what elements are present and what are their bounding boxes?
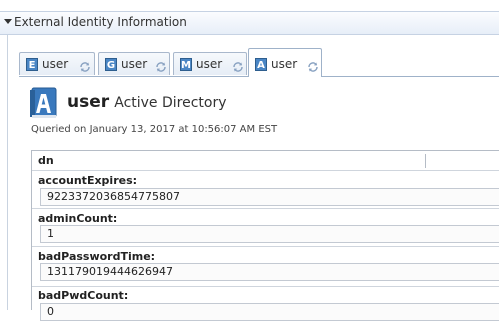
attribute-value: 1 <box>47 227 54 240</box>
section-title: External Identity Information <box>14 15 187 29</box>
attribute-row: badPwdCount: 0 <box>32 287 499 321</box>
identity-source-tabs: E user G user M user A user <box>19 48 499 77</box>
attributes-table: dn accountExpires: 9223372036854775807 a… <box>31 150 499 321</box>
attribute-row: accountExpires: 9223372036854775807 <box>32 171 499 208</box>
active-directory-book-icon <box>29 87 58 119</box>
attribute-row-dn: dn <box>32 151 499 171</box>
source-badge-icon: A <box>255 58 267 71</box>
tab-user-m[interactable]: M user <box>173 52 247 75</box>
source-badge-icon: G <box>105 58 117 71</box>
attribute-row: badPasswordTime: 131179019444626947 <box>32 247 499 285</box>
queried-timestamp: Queried on January 13, 2017 at 10:56:07 … <box>31 124 278 135</box>
attribute-value-field[interactable]: 131179019444626947 <box>40 263 499 281</box>
refresh-icon[interactable] <box>307 58 319 72</box>
attribute-name: accountExpires: <box>38 174 138 187</box>
attribute-value-field[interactable]: 0 <box>40 303 499 321</box>
tab-label: user <box>121 57 148 71</box>
attribute-value-field[interactable]: 9223372036854775807 <box>40 188 499 206</box>
attribute-name: adminCount: <box>38 212 118 225</box>
attribute-row: adminCount: 1 <box>32 209 499 245</box>
refresh-icon[interactable] <box>155 58 167 72</box>
tab-user-a[interactable]: A user <box>248 48 322 77</box>
source-badge-icon: E <box>26 58 38 71</box>
tab-label: user <box>42 57 69 71</box>
attribute-name: badPasswordTime: <box>38 250 156 263</box>
column-divider <box>425 154 426 168</box>
attribute-value: 9223372036854775807 <box>47 190 180 203</box>
attribute-name: dn <box>38 154 54 167</box>
tab-label: user <box>196 57 223 71</box>
attribute-value: 131179019444626947 <box>47 265 173 278</box>
attribute-value-field[interactable]: 1 <box>40 225 499 243</box>
refresh-icon[interactable] <box>79 58 91 72</box>
tab-user-g[interactable]: G user <box>98 52 170 75</box>
panel-left-border <box>7 35 8 310</box>
external-identity-section-header[interactable]: External Identity Information <box>0 11 499 35</box>
attribute-name: badPwdCount: <box>38 289 129 302</box>
identity-heading: user Active Directory <box>67 92 227 112</box>
attribute-value: 0 <box>47 305 54 318</box>
refresh-icon[interactable] <box>232 58 244 72</box>
tab-user-e[interactable]: E user <box>19 52 95 75</box>
identity-name: user <box>67 92 110 112</box>
tab-label: user <box>271 57 298 71</box>
identity-directory: Active Directory <box>114 95 227 111</box>
source-badge-icon: M <box>180 58 192 71</box>
